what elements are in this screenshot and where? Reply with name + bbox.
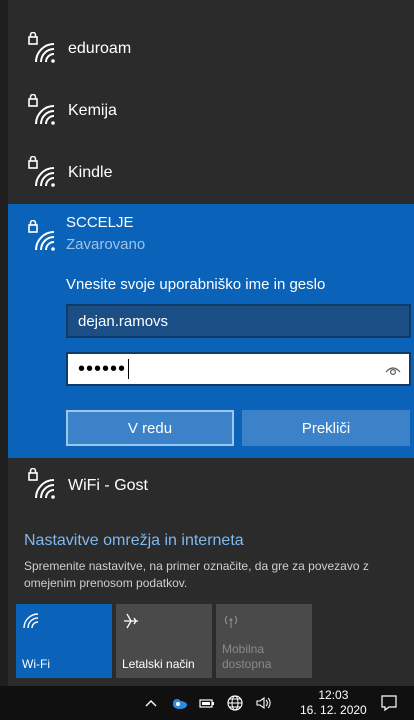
clock-time: 12:03 bbox=[318, 688, 349, 702]
text-caret bbox=[128, 359, 130, 379]
airplane-tile-label: Letalski način bbox=[122, 657, 195, 671]
network-item-kindle[interactable]: Kindle bbox=[8, 142, 414, 204]
network-flyout: eduroam Kemija Kindle SCCELJE Zavarovano… bbox=[8, 0, 414, 686]
secured-wifi-icon bbox=[28, 468, 55, 499]
network-settings-description: Spremenite nastavitve, na primer označit… bbox=[24, 559, 369, 590]
network-name: WiFi - Gost bbox=[68, 477, 148, 494]
reveal-password-icon[interactable] bbox=[385, 363, 401, 377]
secured-wifi-icon bbox=[28, 32, 55, 63]
credentials-prompt: Vnesite svoje uporabniško ime in geslo bbox=[66, 276, 326, 293]
network-item-eduroam[interactable]: eduroam bbox=[8, 18, 414, 80]
mobile-hotspot-label-line1: Mobilna bbox=[222, 642, 265, 656]
network-name: Kemija bbox=[68, 102, 117, 119]
network-item-wifi-gost[interactable]: WiFi - Gost bbox=[8, 458, 414, 514]
network-security-status: Zavarovano bbox=[66, 236, 146, 253]
network-list: eduroam Kemija Kindle bbox=[8, 0, 414, 204]
notification-center-icon[interactable] bbox=[380, 694, 398, 712]
battery-icon[interactable] bbox=[198, 694, 216, 712]
password-input[interactable]: •••••• bbox=[66, 352, 411, 386]
network-name: Kindle bbox=[68, 164, 113, 181]
network-globe-icon[interactable] bbox=[226, 694, 244, 712]
secured-wifi-icon bbox=[28, 94, 55, 125]
taskbar: 12:03 16. 12. 2020 bbox=[0, 686, 414, 720]
mobile-hotspot-tile[interactable]: Mobilna dostopna bbox=[216, 604, 312, 678]
system-tray bbox=[142, 694, 272, 712]
airplane-icon bbox=[124, 613, 138, 629]
cancel-button[interactable]: Prekliči bbox=[242, 410, 410, 446]
secured-wifi-icon bbox=[28, 156, 55, 187]
volume-icon[interactable] bbox=[254, 694, 272, 712]
network-settings-link[interactable]: Nastavitve omrežja in interneta bbox=[24, 532, 244, 550]
wifi-icon bbox=[23, 613, 39, 629]
onedrive-icon[interactable] bbox=[170, 694, 188, 712]
wifi-tile-label: Wi-Fi bbox=[22, 657, 50, 671]
network-item-kemija[interactable]: Kemija bbox=[8, 80, 414, 142]
username-input[interactable]: dejan.ramovs bbox=[66, 304, 411, 338]
clock[interactable]: 12:03 16. 12. 2020 bbox=[300, 688, 367, 718]
quick-actions: Wi-Fi Letalski način Mobilna dostopna bbox=[16, 604, 312, 678]
username-value: dejan.ramovs bbox=[78, 312, 169, 330]
ok-button[interactable]: V redu bbox=[66, 410, 234, 446]
network-name: SCCELJE bbox=[66, 214, 134, 231]
mobile-hotspot-label: Mobilna dostopna bbox=[222, 642, 271, 672]
hotspot-icon bbox=[224, 615, 238, 628]
network-name: eduroam bbox=[68, 40, 132, 57]
chevron-up-icon[interactable] bbox=[142, 694, 160, 712]
wifi-toggle-tile[interactable]: Wi-Fi bbox=[16, 604, 112, 678]
clock-date: 16. 12. 2020 bbox=[300, 703, 367, 717]
airplane-mode-tile[interactable]: Letalski način bbox=[116, 604, 212, 678]
mobile-hotspot-label-line2: dostopna bbox=[222, 657, 272, 671]
network-item-sccelje-expanded[interactable]: SCCELJE Zavarovano Vnesite svoje uporabn… bbox=[8, 204, 414, 458]
password-mask: •••••• bbox=[78, 357, 127, 380]
secured-wifi-icon bbox=[28, 220, 55, 251]
